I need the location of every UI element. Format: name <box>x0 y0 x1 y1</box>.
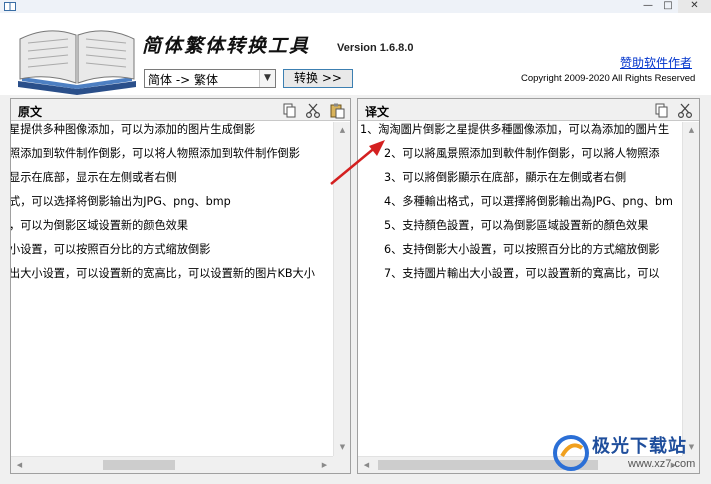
target-line: 4、多種輸出格式，可以選擇將倒影輸出為JPG、png、bm <box>384 195 673 208</box>
target-pane-header: 译文 <box>358 99 699 121</box>
title-bar: — □ ✕ <box>0 0 711 13</box>
convert-button[interactable]: 转换 >> <box>283 69 353 88</box>
cut-icon[interactable] <box>677 102 694 119</box>
copy-icon[interactable] <box>281 102 298 119</box>
conversion-mode-select[interactable]: 简体 -> 繁体 ▼ <box>144 69 276 88</box>
minimize-button[interactable]: — <box>638 0 658 13</box>
source-horizontal-scrollbar[interactable]: ◀ ▶ <box>11 456 333 473</box>
target-line: 3、可以將倒影顯示在底部，顯示在左側或者右側 <box>384 171 627 184</box>
source-line: 星提供多种图像添加，可以为添加的图片生成倒影 <box>11 123 256 136</box>
copyright-text: Copyright 2009-2020 All Rights Reserved <box>521 73 696 84</box>
open-book-logo <box>18 30 136 95</box>
source-text-pane: 原文 星提供多种图像添加，可以为添加的图片生成倒影 照添加到软件制作倒影，可以将… <box>10 98 351 474</box>
target-pane-title: 译文 <box>365 105 390 119</box>
app-header: 简体繁体转换工具 Version 1.6.8.0 赞助软件作者 Copyrigh… <box>0 13 711 95</box>
source-line: 小设置，可以按照百分比的方式缩放倒影 <box>11 243 211 256</box>
source-line: 显示在底部，显示在左侧或者右侧 <box>11 171 177 184</box>
scroll-left-icon[interactable]: ◀ <box>11 457 28 474</box>
target-text-area[interactable]: 1、淘淘圖片倒影之星提供多種圖像添加，可以為添加的圖片生 2、可以將風景照添加到… <box>358 122 682 456</box>
source-line: 式，可以选择将倒影输出为JPG、png、bmp <box>11 195 231 208</box>
mode-selected-value: 简体 -> 繁体 <box>148 73 219 87</box>
target-line: 7、支持圖片輸出大小設置，可以設置新的寬高比，可以 <box>384 267 660 280</box>
source-line: 照添加到软件制作倒影，可以将人物照添加到软件制作倒影 <box>11 147 300 160</box>
scroll-right-icon[interactable]: ▶ <box>316 457 333 474</box>
target-line: 5、支持顏色設置，可以為倒影區域設置新的顏色效果 <box>384 219 649 232</box>
source-line: ，可以为倒影区域设置新的颜色效果 <box>11 219 189 232</box>
source-text-area[interactable]: 星提供多种图像添加，可以为添加的图片生成倒影 照添加到软件制作倒影，可以将人物照… <box>11 122 333 456</box>
target-text-pane: 译文 1、淘淘圖片倒影之星提供多種圖像添加，可以為添加的圖片生 2、可以將風景照… <box>357 98 700 474</box>
red-arrow-icon <box>330 140 385 185</box>
watermark: 极光下载站 www.xz7.com <box>550 430 710 480</box>
maximize-button[interactable]: □ <box>658 0 678 13</box>
close-button[interactable]: ✕ <box>678 0 711 13</box>
aurora-logo-icon <box>553 435 589 471</box>
watermark-url: www.xz7.com <box>628 458 696 470</box>
source-pane-header: 原文 <box>11 99 350 121</box>
paste-icon[interactable] <box>329 102 346 119</box>
scroll-up-icon[interactable]: ▲ <box>683 122 700 139</box>
scroll-down-icon[interactable]: ▼ <box>334 439 351 456</box>
version-label: Version 1.6.8.0 <box>337 42 414 54</box>
cut-icon[interactable] <box>305 102 322 119</box>
target-vertical-scrollbar[interactable]: ▲ ▼ <box>682 122 699 456</box>
app-title: 简体繁体转换工具 <box>142 35 311 57</box>
source-scroll-thumb[interactable] <box>103 460 175 470</box>
target-line: 6、支持倒影大小設置，可以按照百分比的方式縮放倒影 <box>384 243 660 256</box>
target-line: 2、可以將風景照添加到軟件制作倒影，可以將人物照添 <box>384 147 660 160</box>
source-line: 出大小设置，可以设置新的宽高比，可以设置新的图片KB大小 <box>11 267 315 280</box>
sponsor-author-link[interactable]: 赞助软件作者 <box>620 54 692 71</box>
target-line: 1、淘淘圖片倒影之星提供多種圖像添加，可以為添加的圖片生 <box>360 123 670 136</box>
copy-icon[interactable] <box>653 102 670 119</box>
scroll-left-icon[interactable]: ◀ <box>358 457 375 474</box>
source-pane-title: 原文 <box>18 105 43 119</box>
watermark-text: 极光下载站 <box>592 436 687 457</box>
book-app-icon <box>4 2 16 11</box>
scroll-corner <box>333 456 350 473</box>
chevron-down-icon[interactable]: ▼ <box>259 70 275 87</box>
